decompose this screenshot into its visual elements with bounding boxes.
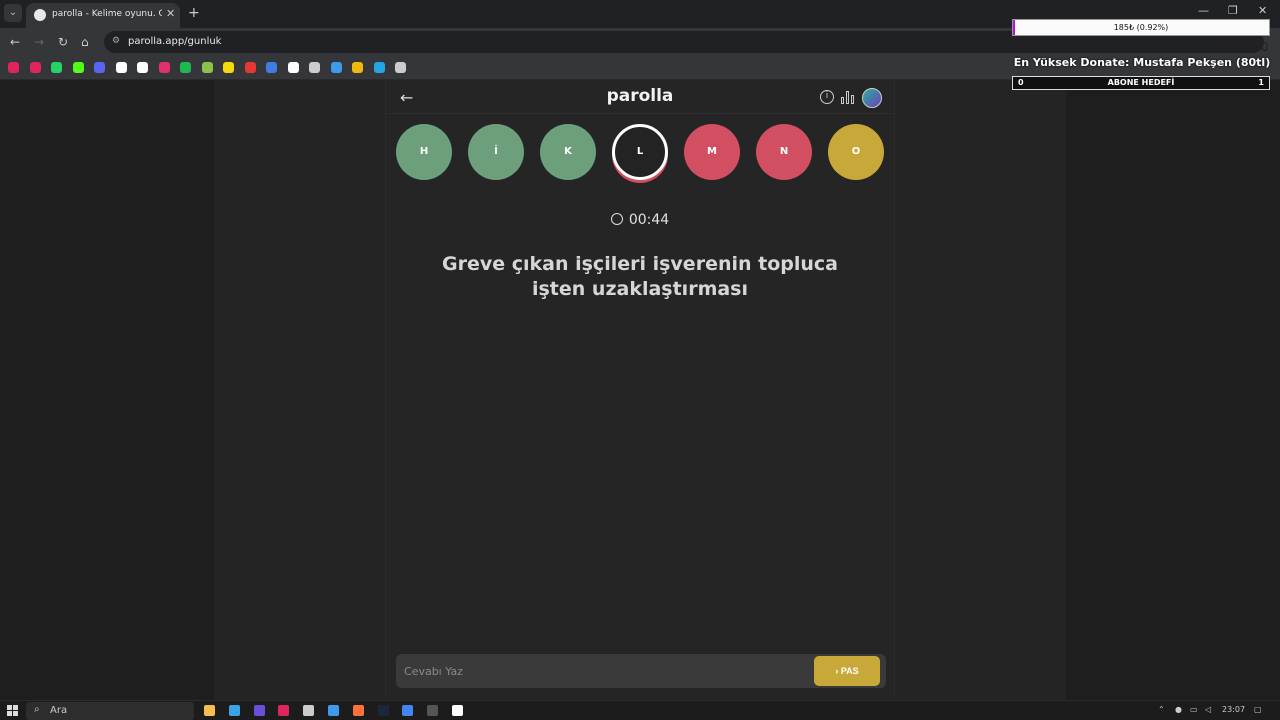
bookmark-icon[interactable] — [266, 62, 277, 73]
url-text: parolla.app/gunluk — [128, 36, 222, 47]
taskbar-app-icon[interactable] — [427, 705, 439, 716]
taskbar-app-icon[interactable] — [303, 705, 315, 716]
timer: 00:44 — [386, 212, 894, 228]
taskbar-app-icon[interactable] — [228, 705, 240, 716]
taskbar-app-icon[interactable] — [402, 705, 414, 716]
donate-max-label: TRY20000 — [1208, 40, 1269, 54]
letter-circle: İ — [468, 124, 524, 180]
donate-progress-text: 185₺ (0.92%) — [1113, 23, 1169, 32]
reload-button[interactable]: ↻ — [58, 35, 68, 49]
donate-progress-bar: 185₺ (0.92%) — [1012, 19, 1270, 36]
bookmark-icon[interactable] — [309, 62, 320, 73]
tray-chevron-icon[interactable]: ⌃ — [1158, 705, 1165, 714]
sub-goal-current: 0 — [1018, 78, 1024, 87]
taskbar-app-icon[interactable] — [253, 705, 265, 716]
browser-tab-parolla[interactable]: parolla - Kelime oyunu. Günlük ✕ — [26, 3, 180, 28]
header-divider — [386, 113, 894, 114]
bookmark-icon[interactable] — [8, 62, 19, 73]
bookmark-icon[interactable] — [223, 62, 234, 73]
chevron-right-icon: › — [835, 666, 839, 676]
bookmark-icon[interactable] — [330, 62, 342, 73]
pass-label: PAS — [840, 666, 859, 676]
parolla-app: ← parolla i HİKLMNO 00:44 Greve çıkan iş… — [385, 80, 895, 700]
page-side-right — [1066, 80, 1280, 700]
answer-input[interactable] — [404, 654, 804, 688]
back-button[interactable]: ← — [10, 35, 20, 49]
info-icon[interactable]: i — [820, 90, 834, 104]
new-tab-button[interactable]: + — [188, 5, 200, 21]
network-icon[interactable]: ▭ — [1190, 705, 1198, 714]
bookmark-icon[interactable] — [29, 62, 41, 73]
bookmark-icon[interactable] — [158, 62, 170, 73]
clock-time[interactable]: 23:07 — [1222, 705, 1245, 714]
taskbar-app-icon[interactable] — [352, 705, 364, 716]
bookmark-icon[interactable] — [201, 62, 213, 73]
taskbar-search[interactable]: ⌕ Ara — [26, 702, 194, 720]
donate-progress-fill — [1013, 20, 1016, 35]
question-line-2: işten uzaklaştırması — [531, 278, 749, 300]
clock-icon — [610, 213, 623, 225]
parolla-favicon-icon — [34, 9, 46, 21]
letter-circle: N — [756, 124, 812, 180]
bookmark-icon[interactable] — [352, 62, 363, 73]
taskbar-app-icon[interactable] — [328, 705, 339, 716]
top-donate-text: En Yüksek Donate: Mustafa Pekşen (80tl) — [1013, 56, 1271, 69]
tab-close-icon[interactable]: ✕ — [166, 7, 175, 20]
bookmark-icon[interactable] — [51, 62, 62, 73]
letter-circle: M — [684, 124, 740, 180]
bookmark-icon[interactable] — [72, 62, 84, 73]
avatar[interactable] — [862, 88, 882, 108]
windows-start-icon[interactable] — [7, 705, 18, 716]
taskbar-app-icon[interactable] — [377, 705, 389, 716]
taskbar-app-icon[interactable] — [204, 705, 215, 716]
letter-circle: L — [612, 124, 668, 180]
subscriber-goal-bar: 0 ABONE HEDEFİ 1 — [1012, 76, 1270, 90]
bookmark-icon[interactable] — [244, 62, 256, 73]
bookmark-icon[interactable] — [395, 62, 406, 73]
restore-button[interactable]: ❐ — [1228, 4, 1238, 17]
windows-taskbar: ⌕ Ara ⌃ ● ▭ ◁ 23:07 ▢ — [0, 700, 1280, 720]
pass-button[interactable]: › PAS — [814, 656, 880, 686]
web-page: ← parolla i HİKLMNO 00:44 Greve çıkan iş… — [0, 80, 1280, 700]
close-window-button[interactable]: ✕ — [1258, 4, 1267, 17]
bookmark-icon[interactable] — [115, 62, 127, 73]
tab-title: parolla - Kelime oyunu. Günlük — [52, 9, 162, 19]
letter-circle: K — [540, 124, 596, 180]
bookmark-icon[interactable] — [180, 62, 191, 73]
letter-circle: O — [828, 124, 884, 180]
home-button[interactable]: ⌂ — [81, 35, 89, 49]
letter-circle: H — [396, 124, 452, 180]
bookmark-icon[interactable] — [373, 62, 385, 73]
taskbar-app-icon[interactable] — [452, 705, 463, 716]
answer-box: › PAS — [396, 654, 886, 688]
stats-icon[interactable] — [841, 90, 855, 104]
volume-icon[interactable]: ◁ — [1205, 705, 1211, 714]
microphone-icon[interactable]: ● — [1175, 705, 1182, 714]
site-info-icon[interactable]: ⚙ — [112, 36, 120, 46]
minimize-button[interactable]: — — [1198, 4, 1209, 17]
notifications-icon[interactable]: ▢ — [1254, 705, 1262, 714]
bookmark-icon[interactable] — [137, 62, 148, 73]
timer-value: 00:44 — [628, 212, 670, 228]
forward-button[interactable]: → — [34, 35, 44, 49]
taskbar-search-text: Ara — [50, 705, 68, 716]
tab-search-button[interactable]: ⌄ — [4, 4, 22, 22]
search-icon: ⌕ — [34, 704, 40, 715]
app-logo: parolla — [606, 86, 674, 106]
question-text: Greve çıkan işçileri işverenin topluca i… — [416, 252, 864, 302]
taskbar-app-icon[interactable] — [278, 705, 290, 716]
sub-goal-label: ABONE HEDEFİ — [1107, 78, 1175, 87]
question-line-1: Greve çıkan işçileri işverenin topluca — [442, 253, 838, 275]
sub-goal-target: 1 — [1258, 78, 1264, 87]
bookmark-icon[interactable] — [287, 62, 299, 73]
donate-min-label: TRY0 — [1014, 40, 1044, 54]
bookmark-icon[interactable] — [94, 62, 105, 73]
page-side-left — [0, 80, 214, 700]
